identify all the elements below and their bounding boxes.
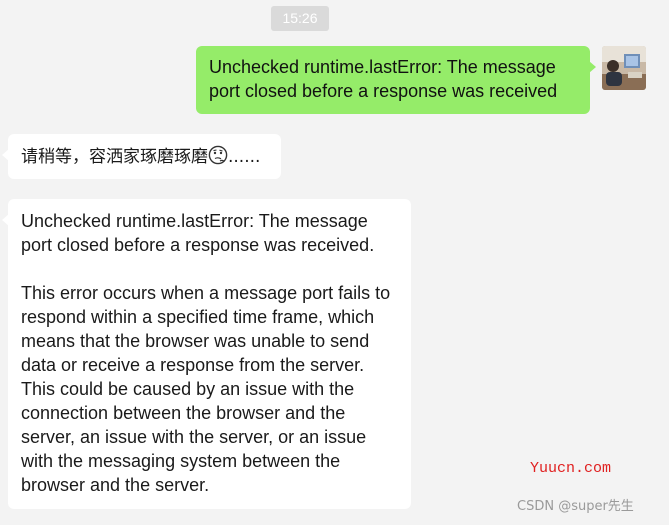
wait-message-text: 请稍等，容洒家琢磨琢磨 — [21, 147, 208, 167]
reply-paragraph-error: Unchecked runtime.lastError: The message… — [21, 211, 375, 255]
outgoing-message-bubble[interactable]: Unchecked runtime.lastError: The message… — [196, 46, 596, 114]
incoming-reply-message-bubble[interactable]: Unchecked runtime.lastError: The message… — [2, 199, 411, 509]
csdn-watermark: CSDN @super先生 — [517, 499, 634, 514]
outgoing-message-text: Unchecked runtime.lastError: The message… — [209, 57, 558, 101]
ellipsis-text: ...... — [228, 147, 261, 167]
avatar-photo-icon — [602, 46, 646, 90]
thinking-face-icon — [208, 145, 228, 172]
yuucn-watermark: Yuucn.com — [530, 460, 612, 477]
reply-paragraph-explanation: This error occurs when a message port fa… — [21, 283, 391, 495]
incoming-wait-message-bubble[interactable]: 请稍等，容洒家琢磨琢磨 ...... — [2, 134, 281, 179]
timestamp-badge: 15:26 — [271, 6, 329, 31]
user-avatar[interactable] — [602, 46, 646, 90]
